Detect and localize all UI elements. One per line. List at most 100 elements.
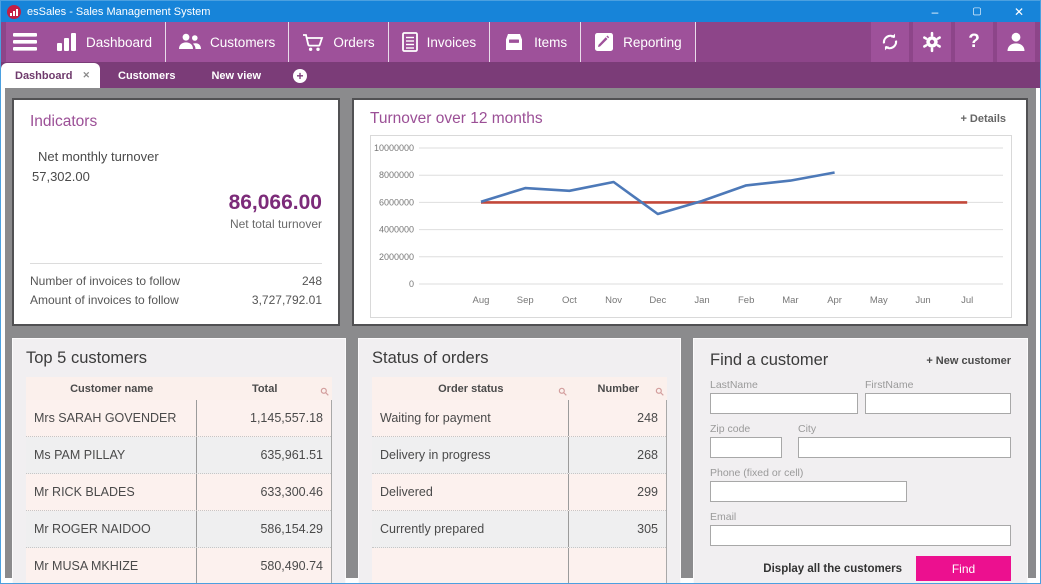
table-body: Waiting for payment248Delivery in progre… bbox=[372, 400, 667, 584]
lastname-field: LastName bbox=[710, 379, 858, 414]
user-button[interactable] bbox=[997, 22, 1035, 62]
tab-dashboard[interactable]: Dashboard ✕ bbox=[1, 63, 100, 88]
cell-customer-name: Mr RICK BLADES bbox=[26, 485, 196, 499]
cell-customer-name: Mr MUSA MKHIZE bbox=[26, 559, 196, 573]
menu-button[interactable] bbox=[6, 22, 44, 62]
turnover-chart: 1000000080000006000000400000020000000Aug… bbox=[370, 135, 1012, 318]
cell-total: 1,145,557.18 bbox=[197, 411, 331, 425]
tab-close-icon[interactable]: ✕ bbox=[82, 70, 90, 81]
new-customer-link[interactable]: + New customer bbox=[926, 355, 1011, 367]
toolbar-item-dashboard[interactable]: Dashboard bbox=[44, 22, 166, 62]
sync-icon bbox=[879, 31, 901, 53]
minimize-button[interactable]: – bbox=[914, 1, 956, 22]
toolbar-item-invoices[interactable]: Invoices bbox=[389, 22, 491, 62]
toolbar-item-reporting[interactable]: Reporting bbox=[581, 22, 696, 62]
table-row[interactable] bbox=[372, 548, 666, 584]
firstname-input[interactable] bbox=[865, 393, 1011, 414]
column-header-label: Number bbox=[598, 383, 640, 395]
net-monthly-label: Net monthly turnover bbox=[38, 147, 322, 167]
table-row[interactable]: Mrs SARAH GOVENDER1,145,557.18 bbox=[26, 400, 331, 437]
maximize-icon: ▢ bbox=[972, 6, 981, 17]
settings-button[interactable] bbox=[913, 22, 951, 62]
main-toolbar: DashboardCustomers Orders InvoicesItemsRep… bbox=[1, 22, 1040, 62]
tab-label: Dashboard bbox=[15, 70, 72, 82]
people-icon bbox=[179, 33, 201, 51]
toolbar-item-items[interactable]: Items bbox=[490, 22, 581, 62]
user-icon bbox=[1004, 30, 1028, 54]
table-row[interactable]: Mr RICK BLADES633,300.46 bbox=[26, 474, 331, 511]
cell-order-status: Waiting for payment bbox=[372, 411, 568, 425]
city-input[interactable] bbox=[798, 437, 1011, 458]
cell-total: 635,961.51 bbox=[197, 448, 331, 462]
cell-order-status: Currently prepared bbox=[372, 522, 568, 536]
search-icon bbox=[320, 387, 329, 399]
svg-text:Jul: Jul bbox=[961, 295, 973, 306]
svg-text:Nov: Nov bbox=[605, 295, 622, 306]
toolbar-item-label: Orders bbox=[333, 35, 374, 50]
cart-icon bbox=[302, 33, 324, 52]
maximize-button[interactable]: ▢ bbox=[956, 1, 998, 22]
table-row[interactable]: Mr MUSA MKHIZE580,490.74 bbox=[26, 548, 331, 584]
order-status-table: Order status Number Waiting for payment248… bbox=[372, 377, 667, 584]
city-field: City bbox=[798, 423, 1011, 458]
svg-text:4000000: 4000000 bbox=[379, 225, 414, 235]
refresh-button[interactable] bbox=[871, 22, 909, 62]
close-button[interactable]: ✕ bbox=[998, 1, 1040, 22]
column-header-label: Total bbox=[252, 383, 277, 395]
email-label: Email bbox=[710, 511, 1011, 523]
svg-text:Sep: Sep bbox=[517, 295, 534, 306]
table-header: Order status Number bbox=[372, 377, 667, 400]
find-customer-panel: Find a customer + New customer LastName F… bbox=[693, 338, 1028, 584]
table-row[interactable]: Mr ROGER NAIDOO586,154.29 bbox=[26, 511, 331, 548]
column-header-customer-name[interactable]: Customer name bbox=[26, 383, 197, 395]
display-all-customers-link[interactable]: Display all the customers bbox=[763, 563, 902, 575]
cell-total: 580,490.74 bbox=[197, 559, 331, 573]
minimize-icon: – bbox=[932, 5, 939, 19]
table-row[interactable]: Ms PAM PILLAY635,961.51 bbox=[26, 437, 331, 474]
form-row: Zip codeCity bbox=[710, 423, 1011, 458]
column-header-total[interactable]: Total bbox=[197, 383, 332, 395]
top-row: Indicators Net monthly turnover 57,302.0… bbox=[12, 98, 1028, 326]
table-row[interactable]: Currently prepared305 bbox=[372, 511, 666, 548]
search-icon bbox=[655, 387, 664, 399]
svg-text:Aug: Aug bbox=[473, 295, 490, 306]
phone-input[interactable] bbox=[710, 481, 907, 502]
window-title: esSales - Sales Management System bbox=[27, 6, 210, 18]
svg-text:Dec: Dec bbox=[649, 295, 666, 306]
details-link[interactable]: + Details bbox=[960, 113, 1012, 125]
toolbar-item-orders[interactable]: Orders bbox=[289, 22, 388, 62]
city-label: City bbox=[798, 423, 1011, 435]
gear-icon bbox=[921, 31, 943, 53]
column-header-label: Customer name bbox=[70, 383, 153, 395]
net-total-label: Net total turnover bbox=[30, 217, 322, 231]
menu-icon bbox=[13, 33, 37, 51]
zipcode-input[interactable] bbox=[710, 437, 782, 458]
chart-title: Turnover over 12 months bbox=[370, 110, 543, 128]
table-row[interactable]: Delivered299 bbox=[372, 474, 666, 511]
toolbar-item-customers[interactable]: Customers bbox=[166, 22, 289, 62]
column-divider bbox=[568, 548, 569, 584]
find-button[interactable]: Find bbox=[916, 556, 1011, 581]
bottom-row: Top 5 customers Customer nameTotalMrs SA… bbox=[12, 338, 1028, 584]
help-button[interactable]: ? bbox=[955, 22, 993, 62]
column-header-number[interactable]: Number bbox=[570, 383, 667, 395]
column-header-order-status[interactable]: Order status bbox=[372, 383, 570, 395]
column-header-label: Order status bbox=[438, 383, 503, 395]
table-row[interactable]: Delivery in progress268 bbox=[372, 437, 666, 474]
add-tab-button[interactable]: + bbox=[293, 69, 307, 83]
invoice-icon bbox=[402, 32, 418, 52]
svg-text:Feb: Feb bbox=[738, 295, 754, 306]
window-controls: – ▢ ✕ bbox=[914, 1, 1040, 22]
indicator-row: Amount of invoices to follow3,727,792.01 bbox=[30, 291, 322, 310]
lastname-input[interactable] bbox=[710, 393, 858, 414]
indicator-label: Amount of invoices to follow bbox=[30, 291, 179, 310]
find-customer-title: Find a customer bbox=[710, 351, 828, 370]
cell-number: 305 bbox=[569, 522, 666, 536]
dashboard-content: Indicators Net monthly turnover 57,302.0… bbox=[1, 88, 1040, 583]
tab-new-view[interactable]: New view bbox=[193, 64, 279, 88]
table-row[interactable]: Waiting for payment248 bbox=[372, 400, 666, 437]
tab-label: New view bbox=[211, 70, 261, 82]
cell-number: 268 bbox=[569, 448, 666, 462]
tab-customers[interactable]: Customers bbox=[100, 64, 193, 88]
email-input[interactable] bbox=[710, 525, 1011, 546]
